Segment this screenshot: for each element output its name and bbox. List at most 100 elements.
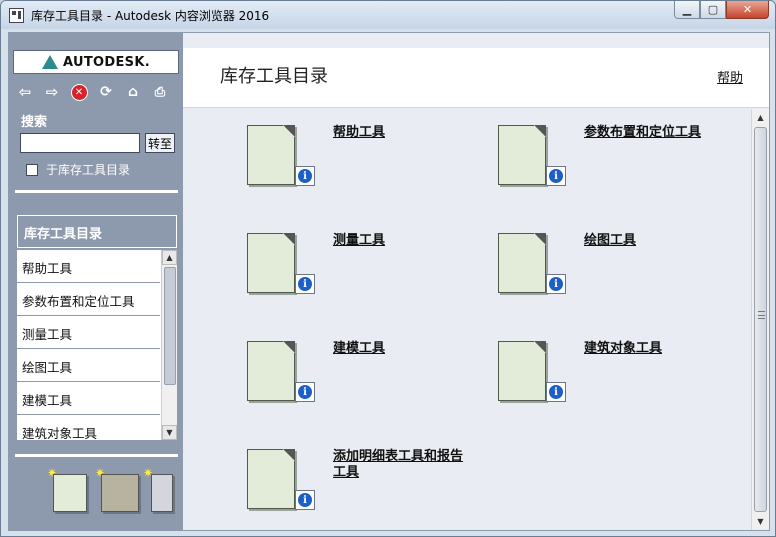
nav-scroll-thumb[interactable]	[164, 267, 176, 385]
tool-item: i 建筑对象工具	[498, 341, 738, 441]
tray-tool-icon[interactable]	[151, 474, 173, 512]
minimize-icon: ▁	[682, 3, 692, 16]
scroll-up-button[interactable]: ▲	[752, 109, 769, 126]
tool-link[interactable]: 建筑对象工具	[584, 341, 724, 357]
refresh-button[interactable]: ⟳	[96, 82, 116, 102]
goto-button[interactable]: 转至	[145, 133, 175, 153]
browser-client-area: AUTODESK. ⇦ ⇨ ✕ ⟳ ⌂ ⎙ 搜索 转至 于库存工具目录 库存工具…	[8, 32, 770, 531]
sidebar: AUTODESK. ⇦ ⇨ ✕ ⟳ ⌂ ⎙ 搜索 转至 于库存工具目录 库存工具…	[9, 33, 183, 530]
info-icon: i	[298, 385, 312, 399]
content-scroll-thumb[interactable]	[754, 127, 767, 512]
catalog-content-pane: 库存工具目录 帮助 i 帮助工具 i 参数布置和定位工具 i 测量工具 i 绘图…	[183, 33, 769, 530]
document-icon[interactable]	[247, 125, 295, 185]
help-link[interactable]: 帮助	[717, 67, 743, 86]
tool-link[interactable]: 建模工具	[333, 341, 473, 357]
tool-link[interactable]: 绘图工具	[584, 233, 724, 249]
document-icon[interactable]	[498, 341, 546, 401]
document-icon[interactable]	[247, 341, 295, 401]
print-button[interactable]: ⎙	[150, 82, 170, 102]
close-icon: ✕	[742, 3, 753, 16]
info-button[interactable]: i	[295, 166, 315, 186]
document-icon[interactable]	[247, 233, 295, 293]
catalog-tray: ✷ ✷ ✷	[39, 466, 179, 516]
app-icon[interactable]	[9, 8, 24, 23]
nav-toolbar: ⇦ ⇨ ✕ ⟳ ⌂ ⎙	[15, 81, 177, 103]
info-button[interactable]: i	[295, 490, 315, 510]
print-icon: ⎙	[154, 84, 166, 100]
back-button[interactable]: ⇦	[15, 82, 35, 102]
close-button[interactable]: ✕	[726, 1, 769, 19]
home-button[interactable]: ⌂	[123, 82, 143, 102]
search-input[interactable]	[20, 133, 140, 153]
maximize-button[interactable]: ▢	[700, 1, 726, 19]
info-icon: i	[298, 169, 312, 183]
info-button[interactable]: i	[295, 382, 315, 402]
autodesk-logo-icon	[42, 55, 59, 69]
nav-scroll-down-button[interactable]: ▼	[162, 425, 177, 440]
maximize-icon: ▢	[707, 3, 719, 16]
nav-item-architectural-object-tools[interactable]: 建筑对象工具	[17, 415, 160, 440]
sidebar-divider-bottom	[15, 454, 178, 457]
chevron-up-icon: ▲	[757, 113, 764, 122]
tool-link[interactable]: 参数布置和定位工具	[584, 125, 724, 141]
info-icon: i	[549, 385, 563, 399]
stop-button[interactable]: ✕	[69, 82, 89, 102]
minimize-button[interactable]: ▁	[674, 1, 700, 19]
tool-item: i 帮助工具	[247, 125, 487, 225]
content-scrollbar[interactable]: ▲ ▼	[751, 109, 769, 530]
page-title: 库存工具目录	[220, 66, 328, 87]
info-icon: i	[298, 493, 312, 507]
nav-scrollbar[interactable]: ▲ ▼	[161, 250, 177, 440]
chevron-up-icon: ▲	[166, 253, 173, 262]
tray-document-icon[interactable]	[53, 474, 87, 512]
nav-item-drafting-tools[interactable]: 绘图工具	[17, 349, 160, 382]
back-arrow-icon: ⇦	[18, 83, 32, 101]
scroll-down-button[interactable]: ▼	[752, 513, 769, 530]
catalog-header: 库存工具目录 帮助	[183, 48, 769, 108]
home-icon: ⌂	[127, 84, 139, 100]
info-button[interactable]: i	[546, 274, 566, 294]
tool-item: i 添加明细表工具和报告工具	[247, 449, 487, 536]
title-bar[interactable]: 库存工具目录 - Autodesk 内容浏览器 2016 ▁ ▢ ✕	[1, 1, 775, 29]
info-icon: i	[549, 169, 563, 183]
tool-item: i 建模工具	[247, 341, 487, 441]
nav-item-measure-tools[interactable]: 测量工具	[17, 316, 160, 349]
search-label: 搜索	[21, 115, 48, 130]
document-icon[interactable]	[498, 233, 546, 293]
tray-palette-icon[interactable]	[101, 474, 139, 512]
tool-link[interactable]: 测量工具	[333, 233, 473, 249]
tool-link[interactable]: 添加明细表工具和报告工具	[333, 449, 473, 481]
info-icon: i	[298, 277, 312, 291]
nav-list: 帮助工具 参数布置和定位工具 测量工具 绘图工具 建模工具 建筑对象工具 ▲ ▼	[17, 250, 177, 440]
info-button[interactable]: i	[295, 274, 315, 294]
chevron-down-icon: ▼	[757, 517, 764, 526]
sidebar-divider	[15, 190, 178, 193]
stop-icon: ✕	[70, 83, 88, 101]
window-controls: ▁ ▢ ✕	[674, 1, 769, 21]
nav-scroll-up-button[interactable]: ▲	[162, 250, 177, 265]
info-button[interactable]: i	[546, 382, 566, 402]
document-icon[interactable]	[498, 125, 546, 185]
tool-item: i 参数布置和定位工具	[498, 125, 738, 225]
nav-item-parametric-layout-tools[interactable]: 参数布置和定位工具	[17, 283, 160, 316]
tool-item: i 测量工具	[247, 233, 487, 333]
grip-icon	[758, 311, 765, 319]
nav-item-help-tools[interactable]: 帮助工具	[17, 250, 160, 283]
tool-link[interactable]: 帮助工具	[333, 125, 473, 141]
info-icon: i	[549, 277, 563, 291]
document-icon[interactable]	[247, 449, 295, 509]
nav-catalog-header[interactable]: 库存工具目录	[17, 215, 177, 248]
refresh-icon: ⟳	[100, 84, 112, 100]
search-scope-checkbox[interactable]	[26, 164, 38, 176]
autodesk-logo: AUTODESK.	[13, 50, 179, 74]
tool-grid: i 帮助工具 i 参数布置和定位工具 i 测量工具 i 绘图工具 i 建模工具 …	[183, 109, 751, 530]
autodesk-logo-text: AUTODESK.	[63, 54, 150, 70]
search-scope-label: 于库存工具目录	[46, 163, 131, 177]
forward-arrow-icon: ⇨	[45, 83, 59, 101]
tool-item: i 绘图工具	[498, 233, 738, 333]
content-browser-window: 库存工具目录 - Autodesk 内容浏览器 2016 ▁ ▢ ✕ AUTOD…	[0, 0, 776, 537]
info-button[interactable]: i	[546, 166, 566, 186]
chevron-down-icon: ▼	[166, 428, 173, 437]
forward-button[interactable]: ⇨	[42, 82, 62, 102]
nav-item-modeling-tools[interactable]: 建模工具	[17, 382, 160, 415]
